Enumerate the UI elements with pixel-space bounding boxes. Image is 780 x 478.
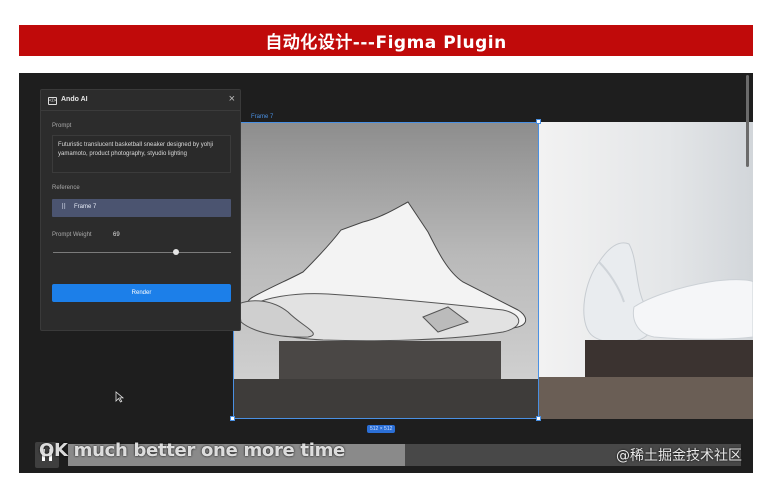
watermark: @稀土掘金技术社区	[616, 448, 742, 464]
video-player[interactable]: Frame 7 512 × 512 </> Ando AI × Prompt F…	[19, 73, 753, 473]
frame-icon: ⠿	[61, 204, 66, 211]
mouse-cursor-icon	[115, 391, 125, 403]
prompt-weight-slider[interactable]	[53, 252, 231, 253]
reference-value: Frame 7	[74, 204, 97, 210]
video-subtitle: OK much better one more time	[39, 440, 345, 461]
resize-handle[interactable]	[536, 119, 541, 124]
prompt-weight-value: 69	[113, 232, 120, 238]
selection-box[interactable]	[233, 122, 539, 419]
slide-title: 自动化设计---Figma Plugin	[19, 25, 753, 56]
render-button[interactable]: Render	[52, 284, 231, 302]
plugin-title: Ando AI	[61, 96, 88, 103]
prompt-weight-label: Prompt Weight	[52, 232, 92, 238]
prompt-input[interactable]: Futuristic translucent basketball sneake…	[52, 135, 231, 173]
prompt-label: Prompt	[52, 123, 72, 129]
pedestal-right	[585, 340, 753, 377]
slide: 自动化设计---Figma Plugin Frame 7 512 × 512 <…	[0, 0, 780, 478]
plugin-panel: </> Ando AI × Prompt Futuristic transluc…	[40, 89, 241, 331]
resize-handle[interactable]	[230, 416, 235, 421]
reference-label: Reference	[52, 185, 80, 191]
resize-handle[interactable]	[536, 416, 541, 421]
vertical-scrollbar[interactable]	[746, 75, 749, 167]
slider-thumb[interactable]	[172, 249, 179, 255]
dimension-badge: 512 × 512	[367, 425, 396, 433]
plugin-header: </> Ando AI ×	[41, 90, 240, 111]
reference-select[interactable]: ⠿ Frame 7	[52, 199, 231, 217]
plugin-icon: </>	[48, 97, 57, 105]
floor-right	[539, 377, 753, 419]
frame-image-render[interactable]	[539, 122, 753, 419]
close-icon[interactable]: ×	[229, 93, 235, 105]
frame-name-label[interactable]: Frame 7	[251, 114, 273, 120]
